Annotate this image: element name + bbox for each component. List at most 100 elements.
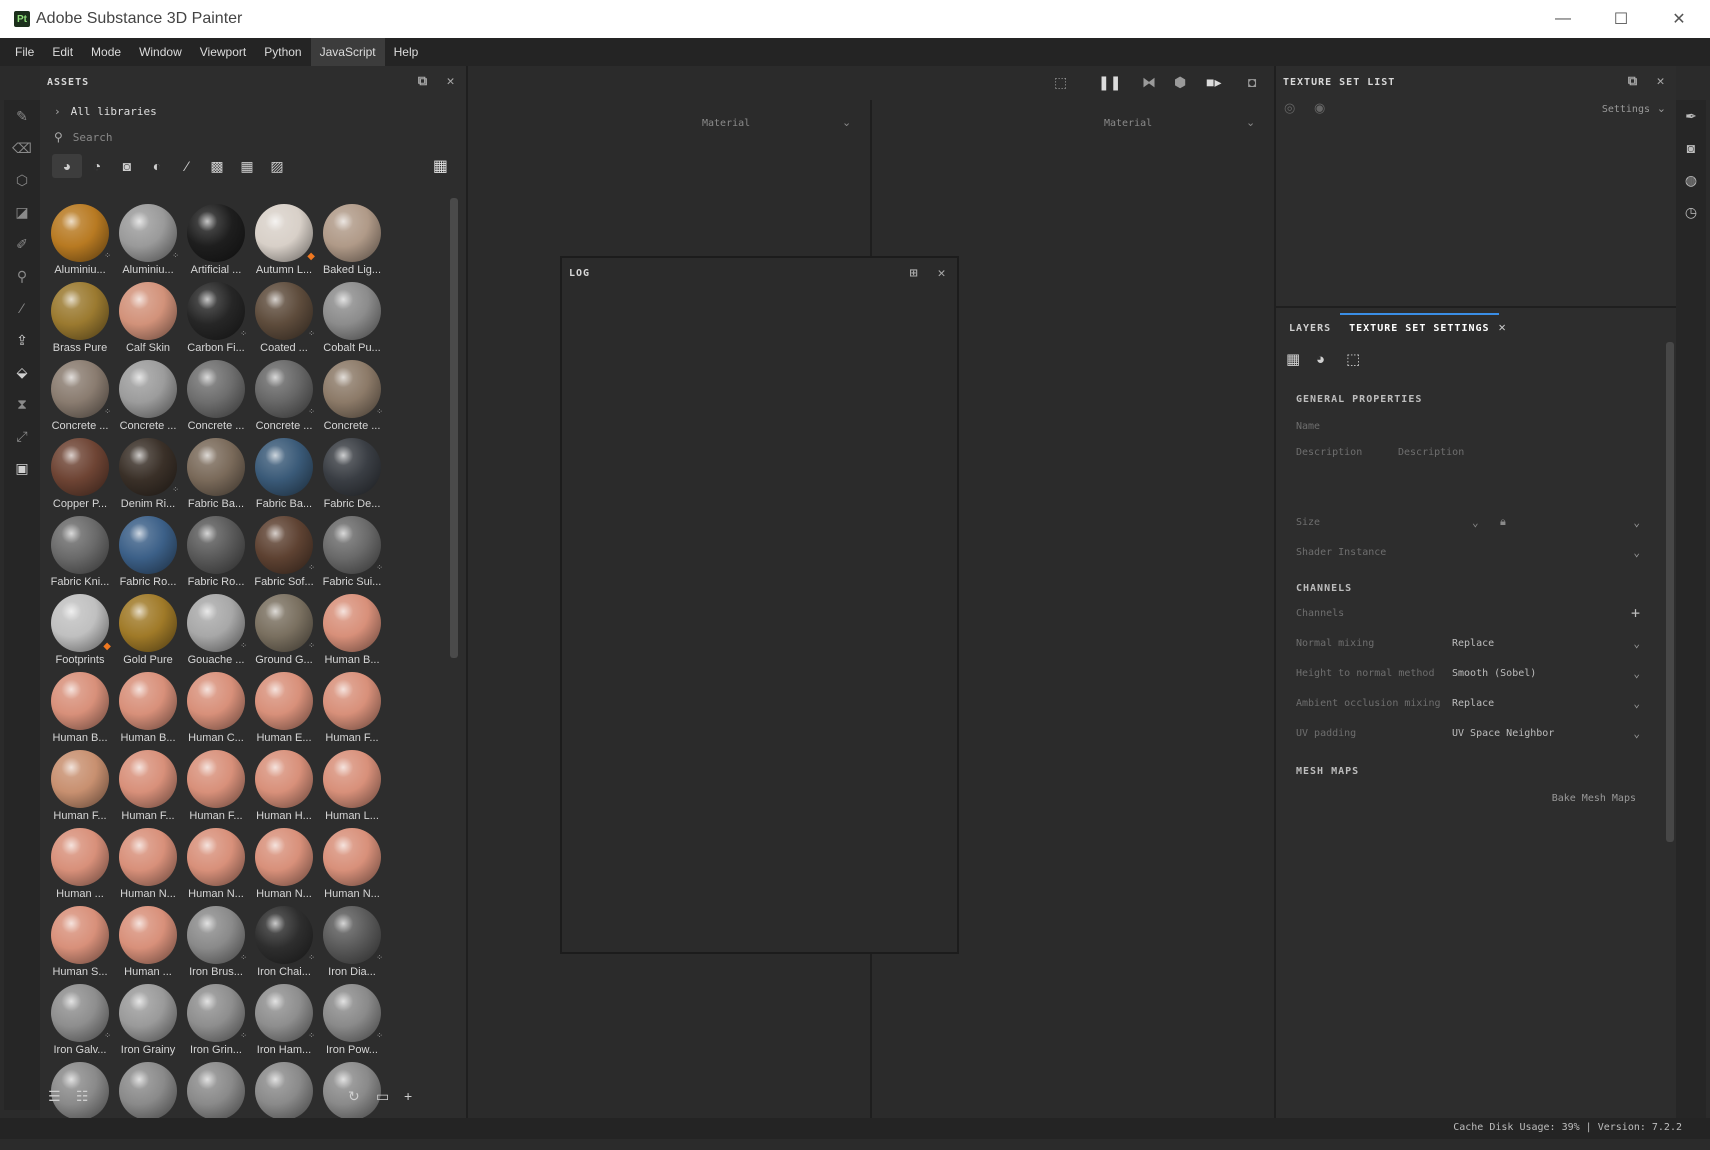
uv-padding-row[interactable]: UV padding UV Space Neighbor ⌄	[1276, 718, 1676, 748]
asset-item[interactable]: ⁘ Fabric Sui...	[318, 512, 386, 590]
bake-mesh-maps-button[interactable]: Bake Mesh Maps	[1552, 793, 1636, 804]
asset-item[interactable]: ◆ Autumn L...	[250, 200, 318, 278]
height-method-row[interactable]: Height to normal method Smooth (Sobel) ⌄	[1276, 658, 1676, 688]
eye-icon[interactable]: ◉	[1314, 100, 1325, 116]
asset-item[interactable]: Calf Skin	[114, 278, 182, 356]
chevron-down-icon[interactable]: ⌄	[1633, 546, 1640, 559]
asset-item[interactable]: ⁘ Iron Grin...	[182, 980, 250, 1058]
asset-item[interactable]: Human C...	[182, 668, 250, 746]
ao-mixing-row[interactable]: Ambient occlusion mixing Replace ⌄	[1276, 688, 1676, 718]
polygon-fill-icon[interactable]: ◪	[4, 196, 40, 228]
clone-stamp-icon[interactable]: ⚲	[4, 260, 40, 292]
asset-item[interactable]: Human H...	[250, 746, 318, 824]
material-filter-icon[interactable]: ◕	[52, 154, 82, 178]
frame-select-icon[interactable]: ⬚	[1054, 74, 1067, 91]
undock-icon[interactable]: ⧉	[414, 73, 432, 91]
asset-item[interactable]: ⁘ Aluminiu...	[46, 200, 114, 278]
asset-item[interactable]: Human E...	[250, 668, 318, 746]
view-cube-icon[interactable]: ⬢	[1174, 74, 1186, 91]
grid-view-icon[interactable]: ▦	[433, 156, 448, 176]
asset-item[interactable]: ⁘ Coated ...	[250, 278, 318, 356]
asset-item[interactable]: Human N...	[250, 824, 318, 902]
asset-item[interactable]: Human S...	[46, 902, 114, 980]
hide-icon[interactable]: ◎	[1284, 100, 1295, 116]
add-icon[interactable]: +	[404, 1088, 412, 1104]
name-row[interactable]: Name	[1276, 411, 1676, 441]
paint-brush-icon[interactable]: ✎	[4, 100, 40, 132]
details-view-icon[interactable]: ☷	[76, 1088, 89, 1105]
asset-item[interactable]: Fabric Ba...	[182, 434, 250, 512]
normal-mixing-row[interactable]: Normal mixing Replace ⌄	[1276, 628, 1676, 658]
export-icon[interactable]: ⇪	[4, 324, 40, 356]
asset-item[interactable]: ◆ Footprints	[46, 590, 114, 668]
asset-item[interactable]: Human N...	[114, 824, 182, 902]
asset-item[interactable]: Human F...	[182, 746, 250, 824]
asset-item[interactable]: ⁘ Ground G...	[250, 590, 318, 668]
close-icon[interactable]: ✕	[1652, 73, 1670, 91]
asset-item[interactable]: Human N...	[318, 824, 386, 902]
asset-item[interactable]: Human B...	[318, 590, 386, 668]
uv-icon[interactable]: ⬚	[1346, 350, 1376, 368]
lock-icon[interactable]: 🔒︎	[1500, 515, 1506, 529]
shader-icon[interactable]: ◕	[1316, 351, 1346, 368]
folder-icon[interactable]: ▭	[376, 1088, 389, 1105]
pause-icon[interactable]: ❚❚	[1098, 74, 1121, 91]
projection-icon[interactable]: ⬡	[4, 164, 40, 196]
asset-item[interactable]: ⁘ Denim Ri...	[114, 434, 182, 512]
menu-edit[interactable]: Edit	[43, 38, 82, 66]
asset-item[interactable]: ⁘ Iron Dia...	[318, 902, 386, 980]
asset-item[interactable]: Cobalt Pu...	[318, 278, 386, 356]
display-settings-icon[interactable]: ◙	[1676, 132, 1706, 164]
shader-settings-icon[interactable]: ◍	[1676, 164, 1706, 196]
mask-filter-icon[interactable]: ◙	[112, 154, 142, 178]
asset-item[interactable]: ⁘ Concrete ...	[250, 356, 318, 434]
generator-filter-icon[interactable]: ◐	[142, 154, 172, 178]
menu-viewport[interactable]: Viewport	[191, 38, 255, 66]
resize-icon[interactable]: ⤢	[4, 420, 40, 452]
asset-item[interactable]: Human ...	[46, 824, 114, 902]
asset-item[interactable]: ⁘ Gouache ...	[182, 590, 250, 668]
smart-material-filter-icon[interactable]: ◔	[82, 154, 112, 178]
menu-window[interactable]: Window	[130, 38, 191, 66]
close-icon[interactable]: ✕	[1499, 320, 1506, 342]
asset-item[interactable]: ⁘ Iron Chai...	[250, 902, 318, 980]
symmetry-icon[interactable]: ⧓	[1142, 74, 1156, 91]
assets-scrollbar[interactable]	[450, 198, 458, 658]
asset-item[interactable]: Human F...	[318, 668, 386, 746]
shader-instance-row[interactable]: Shader Instance ⌄	[1276, 537, 1676, 567]
asset-item[interactable]: ⁘ Aluminiu...	[114, 200, 182, 278]
chevron-down-icon[interactable]: ⌄	[1472, 516, 1479, 529]
asset-item[interactable]: Baked Lig...	[318, 200, 386, 278]
bake-icon[interactable]: ⬙	[4, 356, 40, 388]
log-icon[interactable]: ▣	[4, 452, 40, 484]
asset-item[interactable]: Human L...	[318, 746, 386, 824]
asset-item[interactable]: ⁘ Iron Galv...	[46, 980, 114, 1058]
asset-item[interactable]: ⁘ Iron Ham...	[250, 980, 318, 1058]
asset-item[interactable]: Concrete ...	[182, 356, 250, 434]
asset-item[interactable]: Human F...	[114, 746, 182, 824]
asset-item[interactable]: Fabric Kni...	[46, 512, 114, 590]
chevron-down-icon[interactable]: ⌄	[1633, 727, 1640, 740]
description-field[interactable]: Description	[1398, 447, 1464, 458]
asset-item[interactable]: Fabric Ba...	[250, 434, 318, 512]
add-channel-icon[interactable]: +	[1631, 604, 1640, 622]
close-window-button[interactable]: ✕	[1650, 0, 1708, 38]
chevron-down-icon[interactable]: ⌄	[842, 116, 851, 129]
asset-item[interactable]: ⁘ Fabric Sof...	[250, 512, 318, 590]
menu-javascript[interactable]: JavaScript	[310, 38, 385, 66]
asset-item[interactable]: Artificial ...	[182, 200, 250, 278]
hourglass-icon[interactable]: ⧗	[4, 388, 40, 420]
asset-item[interactable]: Human F...	[46, 746, 114, 824]
asset-item[interactable]: Fabric De...	[318, 434, 386, 512]
close-icon[interactable]: ✕	[933, 265, 951, 283]
uv-padding-value[interactable]: UV Space Neighbor	[1452, 728, 1554, 739]
asset-item[interactable]: ⁘ Concrete ...	[318, 356, 386, 434]
asset-item[interactable]: ⁘ Carbon Fi...	[182, 278, 250, 356]
eraser-icon[interactable]: ⌫	[4, 132, 40, 164]
menu-file[interactable]: File	[6, 38, 43, 66]
left-material-select[interactable]: Material	[702, 118, 750, 129]
close-icon[interactable]: ✕	[442, 73, 460, 91]
chevron-down-icon[interactable]: ⌄	[1633, 667, 1640, 680]
texture-set-icon[interactable]: ▦	[1286, 350, 1316, 368]
asset-item[interactable]: Human B...	[46, 668, 114, 746]
